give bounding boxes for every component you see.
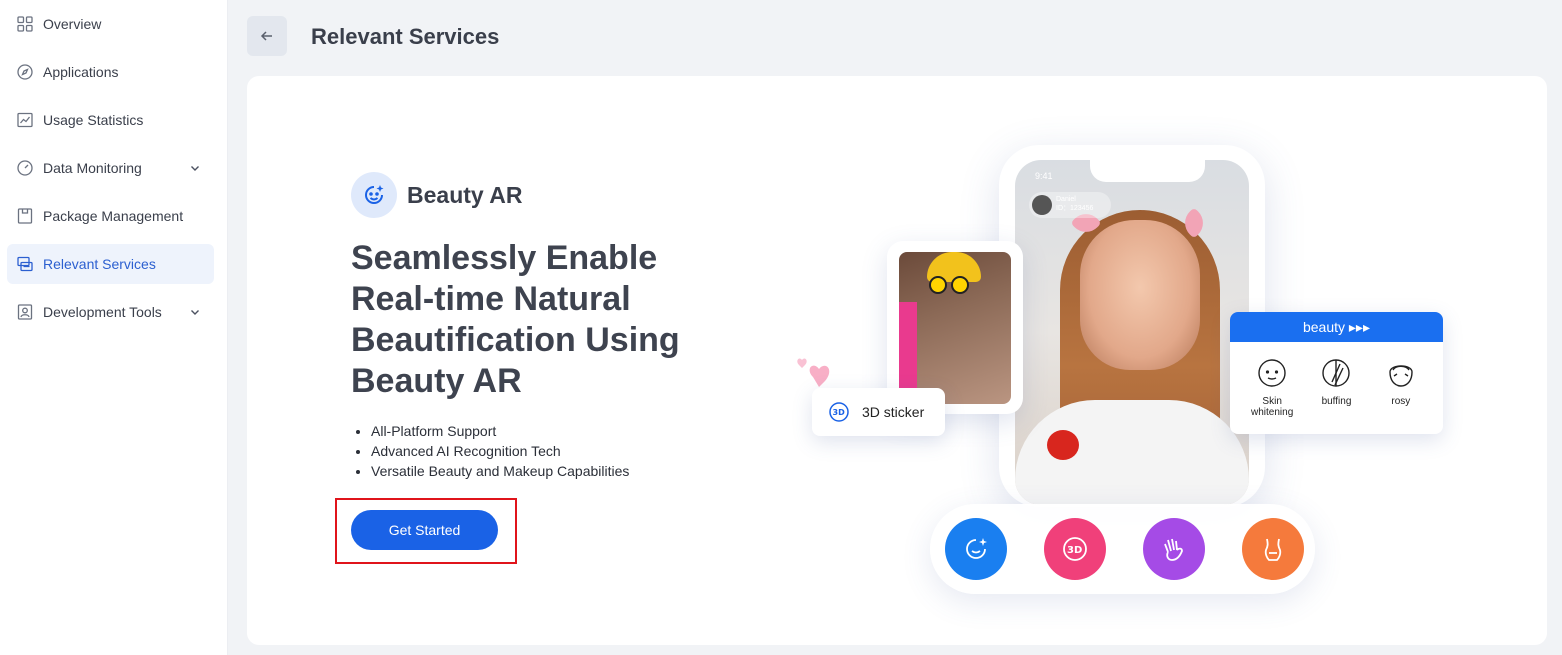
- sidebar-item-label: Relevant Services: [43, 256, 156, 272]
- sunglass-left: [929, 276, 947, 294]
- arrow-left-icon: [260, 31, 272, 41]
- pink-jacket: [899, 302, 917, 402]
- body-shape-icon: [1242, 518, 1304, 580]
- avatar: [1032, 195, 1052, 215]
- sidebar-item-label: Package Management: [43, 208, 184, 224]
- gesture-icon: [1143, 518, 1205, 580]
- sticker-chip: 3D 3D sticker: [812, 388, 945, 436]
- user-id: ID：123456: [1056, 205, 1094, 212]
- sidebar-item-development-tools[interactable]: Development Tools: [7, 292, 214, 332]
- product-header: Beauty AR: [351, 172, 522, 218]
- rosy-face-icon: [1389, 365, 1413, 387]
- feature-item: Versatile Beauty and Makeup Capabilities: [371, 461, 629, 481]
- chevron-down-icon[interactable]: [188, 305, 202, 319]
- beauty-panel-title: beauty ▸▸▸: [1230, 312, 1443, 342]
- buffing-icon: [1322, 359, 1351, 387]
- face-shape: [1080, 220, 1200, 370]
- sidebar-item-overview[interactable]: Overview: [7, 4, 214, 44]
- chevron-down-icon[interactable]: [188, 161, 202, 175]
- selfie-image: [899, 252, 1011, 404]
- sidebar-item-data-monitoring[interactable]: Data Monitoring: [7, 148, 214, 188]
- beauty-face-icon: [945, 518, 1007, 580]
- chart-icon: [16, 111, 34, 129]
- feature-list: All-Platform Support Advanced AI Recogni…: [371, 421, 629, 481]
- svg-text:3D: 3D: [1067, 545, 1082, 556]
- beauty-option-rosy: rosy: [1373, 356, 1429, 418]
- feature-dock: 3D: [930, 504, 1315, 594]
- beauty-panel: beauty ▸▸▸ Skin whitening buffing rosy: [1230, 312, 1443, 434]
- back-button[interactable]: [247, 16, 287, 56]
- compass-icon: [16, 63, 34, 81]
- feature-item: All-Platform Support: [371, 421, 629, 441]
- status-time: 9:41: [1035, 171, 1053, 181]
- sidebar-item-label: Applications: [43, 64, 119, 80]
- sidebar: Overview Applications Usage Statistics D…: [0, 0, 228, 655]
- service-card: Beauty AR Seamlessly Enable Real-time Na…: [247, 76, 1547, 645]
- get-started-button[interactable]: Get Started: [351, 510, 498, 550]
- phone-mockup: 9:41 Daniel ID：123456: [999, 145, 1265, 507]
- 3d-sticker-icon: 3D: [1044, 518, 1106, 580]
- user-name: Daniel: [1056, 196, 1076, 203]
- product-headline: Seamlessly Enable Real-time Natural Beau…: [351, 239, 680, 400]
- page-title: Relevant Services: [311, 24, 500, 49]
- phone-notch: [1090, 160, 1205, 182]
- services-icon: [16, 255, 34, 273]
- svg-text:3D: 3D: [833, 408, 846, 417]
- sidebar-item-label: Development Tools: [43, 304, 162, 320]
- sunglass-right: [951, 276, 969, 294]
- sidebar-item-package-management[interactable]: Package Management: [7, 196, 214, 236]
- sidebar-item-applications[interactable]: Applications: [7, 52, 214, 92]
- sidebar-item-label: Overview: [43, 16, 102, 32]
- beauty-option-buffing: buffing: [1308, 356, 1364, 418]
- package-icon: [16, 207, 34, 225]
- sidebar-item-label: Usage Statistics: [43, 112, 144, 128]
- beauty-option-skin-whitening: Skin whitening: [1244, 356, 1300, 418]
- sticker-label: 3D sticker: [862, 404, 925, 420]
- user-chip: Daniel ID：123456: [1029, 192, 1111, 218]
- face-outline-icon: [1258, 359, 1286, 387]
- user-info: Daniel ID：123456: [1056, 195, 1093, 213]
- gauge-icon: [16, 159, 34, 177]
- product-name: Beauty AR: [407, 181, 523, 208]
- grid-icon: [16, 15, 34, 33]
- tomato-shape: [1047, 430, 1079, 460]
- 3d-sticker-icon: 3D: [829, 402, 849, 422]
- sidebar-item-usage-statistics[interactable]: Usage Statistics: [7, 100, 214, 140]
- beauty-ar-icon: [351, 172, 397, 218]
- dev-tools-icon: [16, 303, 34, 321]
- feature-item: Advanced AI Recognition Tech: [371, 441, 629, 461]
- sidebar-item-relevant-services[interactable]: Relevant Services: [7, 244, 214, 284]
- phone-screen: 9:41 Daniel ID：123456: [1015, 160, 1249, 505]
- sidebar-item-label: Data Monitoring: [43, 160, 142, 176]
